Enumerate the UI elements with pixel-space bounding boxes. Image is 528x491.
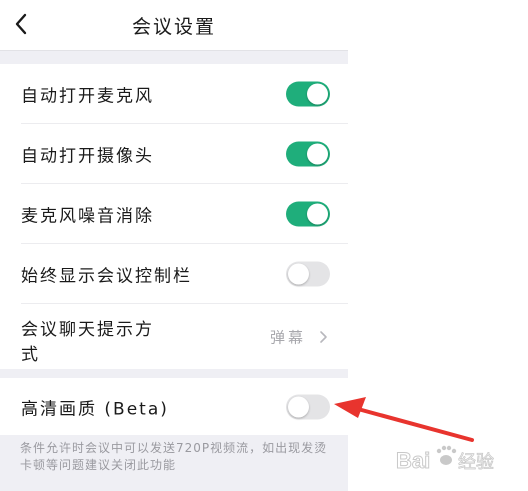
watermark-logo-text: Bai xyxy=(396,448,430,473)
hd-note: 条件允许时会议中可以发送720P视频流，如出现发烫卡顿等问题建议关闭此功能 xyxy=(20,441,328,472)
chat-hint-value: 弹幕 xyxy=(269,328,306,346)
phone-screen: 会议设置 自动打开麦克风 自动打开摄像头 麦克风噪音消除 始终显示会议控制栏 会… xyxy=(0,0,348,491)
setting-row-auto-mic: 自动打开麦克风 xyxy=(0,64,348,124)
watermark-logo: Bai 经验 xyxy=(396,445,494,474)
page-title: 会议设置 xyxy=(131,16,216,38)
toggle-knob xyxy=(307,143,328,165)
hd-group: 高清画质 (Beta) xyxy=(0,378,348,435)
auto-mic-toggle[interactable] xyxy=(286,81,330,107)
toggle-knob xyxy=(307,203,328,225)
setting-label: 始终显示会议控制栏 xyxy=(21,266,192,287)
noise-cancel-toggle[interactable] xyxy=(286,201,330,227)
setting-row-hd: 高清画质 (Beta) xyxy=(0,378,348,435)
toggle-knob xyxy=(288,396,309,417)
setting-row-auto-camera: 自动打开摄像头 xyxy=(0,124,348,184)
setting-label: 麦克风噪音消除 xyxy=(21,206,154,227)
show-controls-toggle[interactable] xyxy=(286,261,330,287)
setting-label: 自动打开麦克风 xyxy=(21,86,154,107)
setting-label: 高清画质 (Beta) xyxy=(21,399,169,419)
setting-row-chat-hint[interactable]: 会议聊天提示方式 弹幕 xyxy=(0,304,348,369)
toggle-knob xyxy=(288,263,309,285)
toggle-knob xyxy=(307,83,328,105)
setting-row-noise-cancel: 麦克风噪音消除 xyxy=(0,184,348,244)
hd-toggle[interactable] xyxy=(286,394,330,419)
setting-label: 自动打开摄像头 xyxy=(21,146,154,167)
nav-header: 会议设置 xyxy=(0,0,348,51)
setting-label: 会议聊天提示方式 xyxy=(21,320,154,365)
auto-camera-toggle[interactable] xyxy=(286,141,330,167)
setting-row-show-controls: 始终显示会议控制栏 xyxy=(0,244,348,304)
settings-group: 自动打开麦克风 自动打开摄像头 麦克风噪音消除 始终显示会议控制栏 会议聊天提示… xyxy=(0,64,348,369)
watermark-sub-text: 经验 xyxy=(458,452,494,473)
chevron-right-icon xyxy=(320,330,327,343)
paw-icon xyxy=(436,445,457,465)
